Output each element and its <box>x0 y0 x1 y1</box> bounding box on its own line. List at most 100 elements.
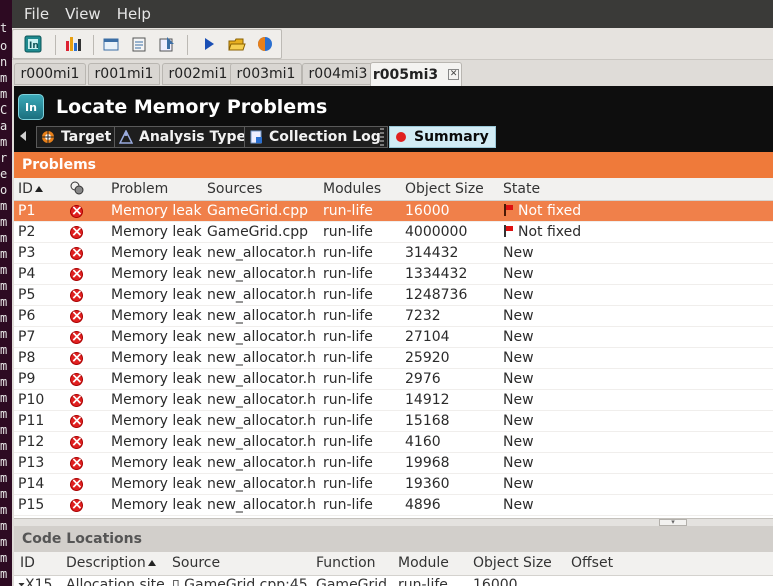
problem-row[interactable]: P12 Memory leak new_allocator.h run-life 416… <box>14 432 773 453</box>
problem-state[interactable]: New <box>503 392 534 408</box>
problem-source: new_allocator.h <box>207 476 316 492</box>
problem-row[interactable]: P15 Memory leak new_allocator.h run-life 489… <box>14 495 773 516</box>
column-source[interactable]: Source <box>172 555 220 571</box>
problem-row[interactable]: P3 Memory leak new_allocator.h run-life 3144… <box>14 243 773 264</box>
problem-state[interactable]: Not fixed <box>503 203 581 219</box>
terminal-glyph: m <box>0 519 8 533</box>
summary-button[interactable]: Summary <box>389 126 496 148</box>
problem-row[interactable]: P13 Memory leak new_allocator.h run-life 199… <box>14 453 773 474</box>
tab-r001mi1[interactable]: r001mi1 <box>88 63 160 85</box>
problem-row[interactable]: P2 Memory leak GameGrid.cpp run-life 4000000… <box>14 222 773 243</box>
compare-icon[interactable] <box>255 34 275 54</box>
terminal-glyph: m <box>0 295 8 309</box>
terminal-glyph: m <box>0 87 8 101</box>
column-id[interactable]: ID <box>18 181 43 197</box>
new-analysis-icon[interactable] <box>129 34 149 54</box>
problem-module: run-life <box>323 224 373 240</box>
error-icon: × <box>70 266 83 282</box>
problem-id: P8 <box>18 350 36 366</box>
column-object-size[interactable]: Object Size <box>473 555 552 571</box>
column-function[interactable]: Function <box>316 555 376 571</box>
problem-state[interactable]: New <box>503 266 534 282</box>
terminal-glyph: m <box>0 327 8 341</box>
column-sources[interactable]: Sources <box>207 181 262 197</box>
problem-state-text: Not fixed <box>518 203 582 219</box>
collection-log-button[interactable]: Collection Log <box>244 126 388 148</box>
problem-type: Memory leak <box>111 203 202 219</box>
import-result-icon[interactable] <box>157 34 177 54</box>
problem-type-icon[interactable] <box>70 181 84 199</box>
problem-row[interactable]: P14 Memory leak new_allocator.h run-life 193… <box>14 474 773 495</box>
problem-state[interactable]: Not fixed <box>503 224 581 240</box>
tab-r002mi1[interactable]: r002mi1 <box>162 63 234 85</box>
problem-state[interactable]: New <box>503 413 534 429</box>
menu-view[interactable]: View <box>57 5 109 23</box>
column-object-size[interactable]: Object Size <box>405 181 484 197</box>
column-modules[interactable]: Modules <box>323 181 381 197</box>
problem-object-size: 7232 <box>405 308 441 324</box>
column-id[interactable]: ID <box>20 555 35 571</box>
menu-file[interactable]: File <box>16 5 57 23</box>
bar-chart-icon[interactable] <box>63 34 83 54</box>
new-project-icon[interactable]: In <box>23 34 43 54</box>
problem-row[interactable]: P9 Memory leak new_allocator.h run-life 2976… <box>14 369 773 390</box>
problem-state[interactable]: New <box>503 287 534 303</box>
tab-r004mi3[interactable]: r004mi3 <box>302 63 374 85</box>
code-locations-section-title[interactable]: Code Locations <box>14 526 773 552</box>
problem-state[interactable]: New <box>503 329 534 345</box>
problem-id: P12 <box>18 434 45 450</box>
terminal-glyph: m <box>0 199 8 213</box>
problem-module: run-life <box>323 392 373 408</box>
problem-state-text: Not fixed <box>518 224 582 240</box>
problem-id: P9 <box>18 371 36 387</box>
problem-row[interactable]: P5 Memory leak new_allocator.h run-life 1248… <box>14 285 773 306</box>
problem-state[interactable]: New <box>503 245 534 261</box>
problem-id: P15 <box>18 497 45 513</box>
terminal-glyph: m <box>0 567 8 581</box>
column-state[interactable]: State <box>503 181 540 197</box>
open-project-icon[interactable] <box>101 34 121 54</box>
code-location-source: ▯ GameGrid.cpp:45 <box>172 577 308 586</box>
error-icon: × <box>70 308 83 324</box>
terminal-glyph: C <box>0 103 8 117</box>
open-folder-icon[interactable] <box>227 34 247 54</box>
column-module[interactable]: Module <box>398 555 449 571</box>
problem-state[interactable]: New <box>503 497 534 513</box>
problem-state[interactable]: New <box>503 476 534 492</box>
code-location-id-text: X15 <box>25 577 53 586</box>
problem-state[interactable]: New <box>503 308 534 324</box>
problem-id: P1 <box>18 203 36 219</box>
problem-state[interactable]: New <box>503 350 534 366</box>
column-problem[interactable]: Problem <box>111 181 168 197</box>
error-icon: × <box>70 434 83 450</box>
problem-row[interactable]: P1 Memory leak GameGrid.cpp run-life 16000 × N… <box>14 201 773 222</box>
close-tab-icon[interactable]: ✕ <box>448 69 460 80</box>
tab-r000mi1[interactable]: r000mi1 <box>14 63 86 85</box>
terminal-glyph: m <box>0 423 8 437</box>
problem-state[interactable]: New <box>503 455 534 471</box>
problem-row[interactable]: P7 Memory leak new_allocator.h run-life 2710… <box>14 327 773 348</box>
column-description[interactable]: Description <box>66 555 156 571</box>
toolbar-separator <box>55 35 56 55</box>
problem-state[interactable]: New <box>503 434 534 450</box>
target-button[interactable]: Target <box>36 126 119 148</box>
menu-help[interactable]: Help <box>109 5 159 23</box>
problem-row[interactable]: P6 Memory leak new_allocator.h run-life 7232… <box>14 306 773 327</box>
nav-back-icon[interactable] <box>20 131 26 141</box>
problems-grid: ID Problem Sources Modules Object Size S… <box>14 178 773 518</box>
problem-row[interactable]: P8 Memory leak new_allocator.h run-life 2592… <box>14 348 773 369</box>
problems-section-title[interactable]: Problems <box>14 152 773 178</box>
column-offset[interactable]: Offset <box>571 555 613 571</box>
analysis-type-button[interactable]: Analysis Type <box>114 126 254 148</box>
problem-state[interactable]: New <box>503 371 534 387</box>
tab-r003mi1[interactable]: r003mi1 <box>230 63 302 85</box>
problem-row[interactable]: P11 Memory leak new_allocator.h run-life 151… <box>14 411 773 432</box>
code-location-row[interactable]: ⧗X15 Allocation site ▯ GameGrid.cpp:45 G… <box>14 576 773 586</box>
splitter-handle-icon[interactable]: ▾ <box>659 519 687 526</box>
problem-row[interactable]: P10 Memory leak new_allocator.h run-life 149… <box>14 390 773 411</box>
play-icon[interactable] <box>199 34 219 54</box>
sort-ascending-icon <box>34 186 43 192</box>
problem-row[interactable]: P4 Memory leak new_allocator.h run-life 1334… <box>14 264 773 285</box>
tab-r005mi3[interactable]: r005mi3 ✕ <box>370 62 462 86</box>
pane-splitter[interactable]: ▾ <box>14 518 773 526</box>
